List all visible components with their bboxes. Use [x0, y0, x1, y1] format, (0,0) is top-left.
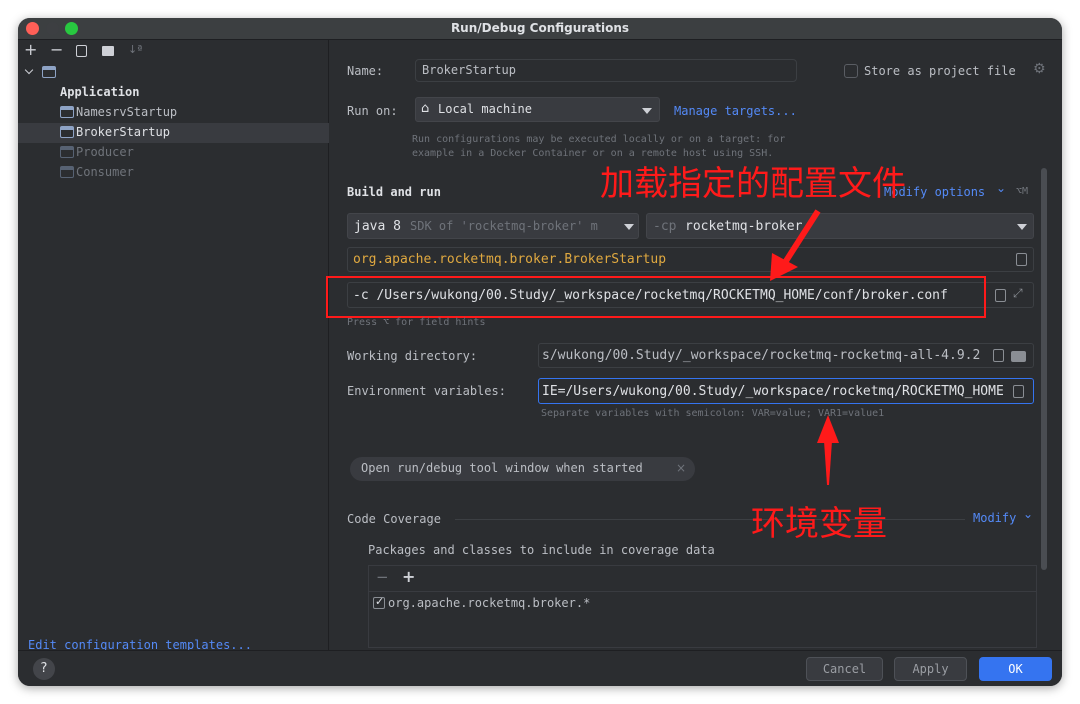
- annotation-arrow-config: [770, 209, 821, 281]
- working-directory-value: s/wukong/00.Study/_workspace/rocketmq-ro…: [542, 348, 981, 363]
- main-class-input[interactable]: org.apache.rocketmq.broker.BrokerStartup: [347, 247, 1034, 272]
- run-on-label: Run on:: [347, 104, 398, 118]
- open-tool-window-chip[interactable]: Open run/debug tool window when started …: [350, 457, 695, 481]
- run-on-hint-line-1: Run configurations may be executed local…: [412, 134, 786, 145]
- help-button[interactable]: ?: [33, 658, 55, 680]
- tree-root-application[interactable]: Application: [60, 85, 139, 99]
- document-icon[interactable]: [1013, 385, 1024, 398]
- code-coverage-heading: Code Coverage: [347, 512, 441, 526]
- environment-variables-input[interactable]: IE=/Users/wukong/00.Study/_workspace/roc…: [538, 378, 1034, 404]
- check-icon: ✓: [375, 595, 385, 608]
- tree-item-consumer[interactable]: Consumer: [76, 165, 134, 179]
- ok-button[interactable]: OK: [979, 657, 1052, 681]
- document-icon[interactable]: [993, 349, 1004, 362]
- sidebar: + − ↓ª Application NamesrvStartup Broker…: [18, 40, 329, 652]
- title-bar: Run/Debug Configurations: [18, 18, 1062, 40]
- browse-icon[interactable]: [1016, 253, 1027, 266]
- annotation-arrow-env: [817, 415, 839, 485]
- document-icon[interactable]: [995, 289, 1006, 302]
- remove-configuration-button[interactable]: −: [50, 40, 63, 59]
- chevron-down-icon[interactable]: ⌄: [1023, 507, 1033, 521]
- name-input[interactable]: BrokerStartup: [415, 59, 797, 82]
- jdk-java-version: java 8: [354, 219, 401, 234]
- coverage-list: − + ✓ org.apache.rocketmq.broker.*: [368, 565, 1037, 648]
- field-hints-text: Press ⌥ for field hints: [347, 317, 486, 328]
- application-icon: [60, 106, 74, 118]
- dialog-footer: ? Cancel Apply OK: [18, 650, 1062, 686]
- apply-button[interactable]: Apply: [894, 657, 967, 681]
- modify-options-chevron-icon[interactable]: ⌄: [996, 181, 1006, 195]
- chevron-down-icon: [1017, 224, 1027, 230]
- coverage-modify-link[interactable]: Modify: [973, 511, 1016, 525]
- working-directory-label: Working directory:: [347, 349, 478, 363]
- coverage-item-label: org.apache.rocketmq.broker.*: [388, 596, 591, 610]
- close-icon[interactable]: ×: [676, 461, 686, 475]
- sort-icon[interactable]: ↓ª: [128, 43, 142, 56]
- window-title: Run/Debug Configurations: [450, 21, 630, 35]
- tree-item-namesrvstartup[interactable]: NamesrvStartup: [76, 105, 177, 119]
- tree-item-producer[interactable]: Producer: [76, 145, 134, 159]
- scrollbar[interactable]: [1041, 168, 1047, 570]
- run-on-select[interactable]: ⌂ Local machine: [415, 97, 660, 122]
- jdk-sdk-text: SDK of 'rocketmq-broker' m: [410, 219, 598, 233]
- application-icon: [60, 146, 74, 158]
- name-input-value: BrokerStartup: [422, 63, 516, 77]
- working-directory-input[interactable]: s/wukong/00.Study/_workspace/rocketmq-ro…: [538, 343, 1034, 368]
- modify-options-shortcut: ⌥M: [1016, 186, 1029, 197]
- annotation-env-vars: 环境变量: [751, 504, 887, 544]
- store-as-project-file-checkbox[interactable]: [844, 64, 858, 78]
- main-class-value: org.apache.rocketmq.broker.BrokerStartup: [353, 252, 667, 267]
- run-on-value: Local machine: [438, 102, 532, 116]
- folder-icon[interactable]: [102, 46, 114, 56]
- manage-targets-link[interactable]: Manage targets...: [674, 104, 797, 118]
- section-divider: [455, 519, 965, 520]
- copy-icon[interactable]: [76, 45, 87, 57]
- run-debug-dialog: Run/Debug Configurations + − ↓ª Applicat…: [18, 18, 1062, 686]
- annotation-config-file: 加载指定的配置文件: [600, 164, 906, 204]
- store-as-project-file-label: Store as project file: [864, 64, 1016, 78]
- coverage-packages-label: Packages and classes to include in cover…: [368, 543, 715, 557]
- add-package-button[interactable]: +: [402, 567, 415, 586]
- jdk-select[interactable]: java 8 SDK of 'rocketmq-broker' m: [347, 213, 639, 239]
- add-configuration-button[interactable]: +: [24, 40, 37, 59]
- cancel-button[interactable]: Cancel: [806, 657, 883, 681]
- name-label: Name:: [347, 64, 384, 78]
- coverage-item-checkbox[interactable]: ✓: [373, 595, 385, 609]
- application-icon: [42, 66, 56, 78]
- open-tool-window-label: Open run/debug tool window when started: [361, 461, 643, 475]
- application-icon: [60, 166, 74, 178]
- expand-icon[interactable]: ⤢: [1013, 286, 1023, 301]
- gear-icon[interactable]: ⚙: [1033, 61, 1046, 77]
- remove-package-button[interactable]: −: [376, 568, 389, 586]
- folder-icon[interactable]: [1011, 351, 1026, 362]
- chevron-down-icon: [642, 108, 652, 114]
- chevron-down-icon[interactable]: [24, 65, 34, 75]
- chevron-down-icon: [624, 224, 634, 230]
- application-icon: [60, 126, 74, 138]
- home-icon: ⌂: [421, 101, 430, 116]
- classpath-prefix: -cp: [653, 219, 677, 234]
- environment-variables-label: Environment variables:: [347, 384, 506, 398]
- tree-item-brokerstartup[interactable]: BrokerStartup: [76, 125, 170, 139]
- environment-variables-value: IE=/Users/wukong/00.Study/_workspace/roc…: [542, 384, 1004, 399]
- list-divider: [369, 591, 1036, 592]
- classpath-select[interactable]: -cp rocketmq-broker: [646, 213, 1034, 239]
- build-and-run-heading: Build and run: [347, 185, 441, 199]
- config-file-highlight-box: [326, 276, 986, 318]
